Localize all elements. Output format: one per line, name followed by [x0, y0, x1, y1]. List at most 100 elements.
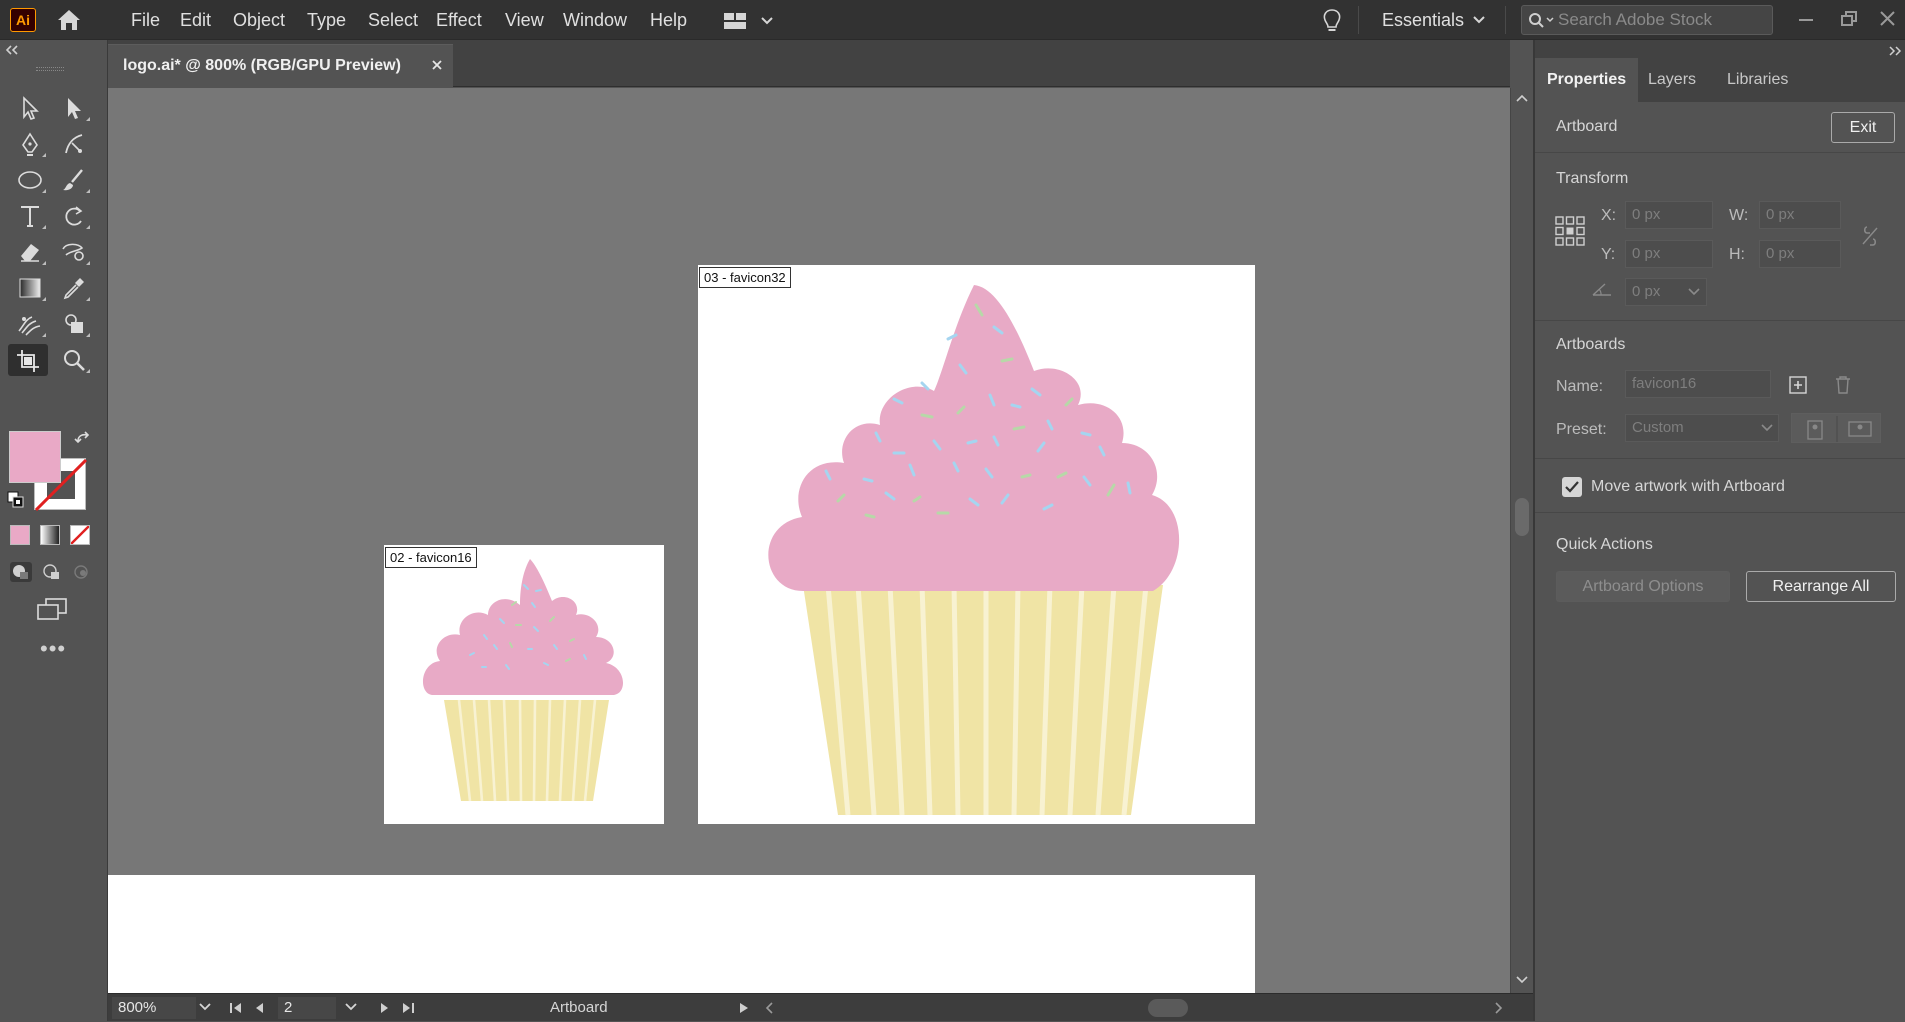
artboard-number-field[interactable]: 2 [278, 997, 336, 1019]
edit-toolbar-icon[interactable]: ••• [40, 638, 66, 660]
menu-window[interactable]: Window [559, 0, 631, 40]
close-tab-icon[interactable] [430, 58, 444, 72]
x-field[interactable]: 0 px [1625, 201, 1713, 229]
selection-icon[interactable] [12, 92, 48, 124]
gradient-icon[interactable] [12, 272, 48, 304]
menu-bar: Ai File Edit Object Type Select Effect V… [0, 0, 1905, 40]
exit-button[interactable]: Exit [1831, 112, 1895, 143]
reference-point-icon[interactable] [1555, 216, 1585, 246]
tools-panel: ••• [0, 40, 108, 1021]
draw-inside-icon[interactable] [70, 561, 94, 583]
eyedropper-icon[interactable] [56, 272, 92, 304]
stock-search-input[interactable]: Search Adobe Stock [1521, 5, 1773, 35]
shape-builder-icon[interactable] [56, 308, 92, 340]
menu-effect[interactable]: Effect [432, 0, 486, 40]
last-artboard-icon[interactable] [400, 1001, 416, 1015]
scroll-right-icon[interactable] [1494, 1001, 1504, 1015]
color-mode-icon[interactable] [10, 525, 30, 545]
delete-artboard-icon[interactable] [1834, 375, 1852, 395]
scroll-down-icon[interactable] [1516, 976, 1528, 984]
status-menu-icon[interactable] [738, 1001, 750, 1015]
properties-panel: Properties Layers Libraries Artboard Exi… [1533, 40, 1905, 1021]
minimize-icon[interactable] [1791, 6, 1821, 32]
artboard-options-button[interactable]: Artboard Options [1556, 571, 1730, 602]
pen-icon[interactable] [12, 128, 48, 160]
artboard-name-field[interactable]: favicon16 [1625, 370, 1771, 398]
artboard-icon[interactable] [8, 344, 48, 376]
artboard-favicon16[interactable] [384, 545, 664, 824]
rearrange-all-button[interactable]: Rearrange All [1746, 571, 1896, 602]
rotate-icon[interactable] [56, 200, 92, 232]
document-tab-title: logo.ai* @ 800% (RGB/GPU Preview) [123, 57, 401, 74]
menu-separator [1505, 6, 1506, 34]
none-mode-icon[interactable] [70, 525, 90, 545]
collapse-panel-icon[interactable] [1888, 46, 1902, 56]
chevron-down-icon[interactable] [198, 1002, 212, 1012]
constrain-proportions-icon[interactable] [1861, 224, 1879, 248]
chevron-down-icon[interactable] [1761, 424, 1773, 432]
chevron-down-icon[interactable] [344, 1002, 358, 1012]
panel-divider [1535, 320, 1905, 321]
restore-icon[interactable] [1834, 6, 1864, 32]
orientation-toggle[interactable] [1791, 413, 1881, 443]
zoom-icon[interactable] [56, 344, 92, 376]
w-field[interactable]: 0 px [1759, 201, 1841, 229]
menu-view[interactable]: View [501, 0, 548, 40]
gradient-mode-icon[interactable] [40, 525, 60, 545]
default-fill-stroke-icon[interactable] [7, 491, 25, 509]
type-icon[interactable] [12, 200, 48, 232]
menu-type[interactable]: Type [303, 0, 350, 40]
menu-file[interactable]: File [127, 0, 164, 40]
blend-icon[interactable] [12, 308, 48, 340]
preset-label: Preset: [1556, 421, 1607, 438]
tab-layers[interactable]: Layers [1636, 58, 1708, 102]
scroll-left-icon[interactable] [764, 1001, 774, 1015]
h-field[interactable]: 0 px [1759, 240, 1841, 268]
next-artboard-icon[interactable] [376, 1001, 392, 1015]
horizontal-scroll-thumb[interactable] [1148, 999, 1188, 1017]
move-artwork-checkbox[interactable] [1562, 477, 1582, 497]
y-field[interactable]: 0 px [1625, 240, 1713, 268]
curvature-icon[interactable] [56, 128, 92, 160]
document-tab[interactable]: logo.ai* @ 800% (RGB/GPU Preview) [108, 44, 453, 87]
vertical-scroll-thumb[interactable] [1515, 498, 1529, 536]
artboard-partial[interactable] [108, 875, 1255, 993]
home-icon[interactable] [54, 8, 84, 32]
eraser-icon[interactable] [12, 236, 48, 268]
screen-mode-icon[interactable] [36, 597, 68, 623]
first-artboard-icon[interactable] [228, 1001, 244, 1015]
paintbrush-icon[interactable] [56, 164, 92, 196]
chevron-down-icon[interactable] [1688, 288, 1700, 296]
tab-properties[interactable]: Properties [1535, 58, 1639, 102]
fill-swatch[interactable] [9, 431, 61, 483]
previous-artboard-icon[interactable] [252, 1001, 268, 1015]
menu-help[interactable]: Help [646, 0, 691, 40]
puppet-warp-icon[interactable] [56, 236, 92, 268]
artboard-label-favicon16[interactable]: 02 - favicon16 [385, 547, 477, 568]
chevron-down-icon[interactable] [1472, 14, 1486, 26]
vertical-scrollbar[interactable] [1510, 88, 1533, 993]
arrange-documents-icon[interactable] [722, 10, 780, 32]
preset-dropdown[interactable]: Custom [1625, 414, 1779, 442]
toolbar-grip[interactable] [36, 67, 64, 71]
collapse-toolbar-icon[interactable] [4, 44, 20, 56]
lightbulb-icon[interactable] [1320, 7, 1344, 35]
direct-selection-icon[interactable] [56, 92, 92, 124]
tab-libraries[interactable]: Libraries [1715, 58, 1800, 102]
artboard-favicon32[interactable] [698, 265, 1255, 824]
workspace-switcher[interactable]: Essentials [1382, 0, 1464, 40]
menu-edit[interactable]: Edit [176, 0, 215, 40]
close-window-icon[interactable] [1873, 6, 1903, 32]
search-placeholder: Search Adobe Stock [1558, 10, 1713, 29]
menu-select[interactable]: Select [364, 0, 422, 40]
draw-normal-icon[interactable] [9, 561, 33, 583]
add-artboard-icon[interactable] [1788, 375, 1808, 395]
draw-behind-icon[interactable] [40, 561, 64, 583]
ellipse-icon[interactable] [12, 164, 48, 196]
artboard-label-favicon32[interactable]: 03 - favicon32 [699, 267, 791, 288]
swap-fill-stroke-icon[interactable] [74, 431, 92, 449]
zoom-level-field[interactable]: 800% [112, 997, 196, 1019]
scroll-up-icon[interactable] [1516, 94, 1528, 102]
menu-object[interactable]: Object [229, 0, 289, 40]
canvas[interactable]: 02 - favicon16 03 - favicon32 [108, 88, 1510, 993]
